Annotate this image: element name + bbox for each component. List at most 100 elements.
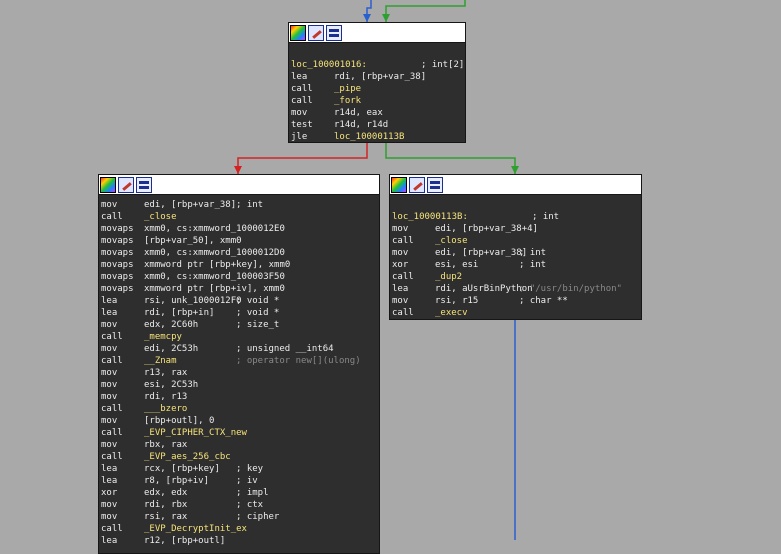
instruction-line[interactable]: mov esi, 2C53h <box>101 379 379 391</box>
instruction-line[interactable]: mov r14d, eax <box>291 107 465 119</box>
instruction-line[interactable]: call ___bzero <box>101 403 379 415</box>
mnemonic: movaps <box>101 260 134 270</box>
operands: xmm0, cs:xmmword_1000012D0 <box>144 248 285 258</box>
instruction-line[interactable]: movaps xmmword ptr [rbp+iv], xmm0 <box>101 283 379 295</box>
instruction-line[interactable]: movaps xmm0, cs:xmmword_1000012E0 <box>101 223 379 235</box>
rename-icon[interactable] <box>118 176 134 193</box>
mnemonic: movaps <box>101 236 134 246</box>
operands: edx, edx <box>144 488 188 498</box>
instruction-line[interactable]: call _execv <box>392 307 641 319</box>
instruction-line[interactable]: call __Znam ; operator new[](ulong) <box>101 355 379 367</box>
instruction-line[interactable]: call _EVP_aes_256_cbc <box>101 451 379 463</box>
graph-overview-icon[interactable] <box>427 176 443 193</box>
operands: ___bzero <box>144 404 188 414</box>
comment: ; char ** <box>519 296 568 306</box>
instruction-line[interactable]: call _EVP_CIPHER_CTX_new <box>101 427 379 439</box>
mnemonic: mov <box>101 416 118 426</box>
comment: ; ctx <box>236 500 264 510</box>
mnemonic: call <box>392 308 414 318</box>
operands: _close <box>144 212 177 222</box>
instruction-line[interactable]: call _fork <box>291 95 465 107</box>
graph-overview-icon[interactable] <box>326 24 342 41</box>
operands: _execv <box>435 308 468 318</box>
instruction-line[interactable]: lea rdi, aUsrBinPython; "/usr/bin/python" <box>392 283 641 295</box>
instruction-line[interactable]: movaps xmmword ptr [rbp+key], xmm0 <box>101 259 379 271</box>
instruction-line[interactable]: call _EVP_DecryptInit_ex <box>101 523 379 535</box>
mnemonic: call <box>291 96 313 106</box>
instruction-line[interactable]: mov edi, [rbp+var_38+4] <box>392 223 641 235</box>
instruction-line[interactable]: lea r8, [rbp+iv] ; iv <box>101 475 379 487</box>
instruction-line[interactable]: lea r12, [rbp+outl] <box>101 535 379 547</box>
instruction-line[interactable]: mov rdi, rbx ; ctx <box>101 499 379 511</box>
mnemonic: mov <box>101 380 118 390</box>
graph-overview-icon[interactable] <box>136 176 152 193</box>
basic-block-fallthrough[interactable]: mov edi, [rbp+var_38]; int call _close movap… <box>98 174 380 554</box>
mnemonic: mov <box>101 392 118 402</box>
instruction-line[interactable]: call _close <box>101 211 379 223</box>
color-palette-icon[interactable] <box>391 176 407 193</box>
operands: _EVP_DecryptInit_ex <box>144 524 247 534</box>
operands: rdi, aUsrBinPython <box>435 284 533 294</box>
instruction-line[interactable]: lea rdi, [rbp+var_38] <box>291 71 465 83</box>
operands: _dup2 <box>435 272 463 282</box>
block-label[interactable]: loc_100001016: <box>291 59 421 71</box>
operands: edi, [rbp+var_38] <box>144 200 237 210</box>
instruction-line[interactable]: call _memcpy <box>101 331 379 343</box>
instruction-line[interactable]: movaps xmm0, cs:xmmword_1000012D0 <box>101 247 379 259</box>
instruction-line[interactable]: lea rsi, unk_1000012F0; void * <box>101 295 379 307</box>
color-palette-icon[interactable] <box>100 176 116 193</box>
instruction-line[interactable]: mov rsi, r15 ; char ** <box>392 295 641 307</box>
node-header <box>390 175 641 195</box>
operands: _EVP_CIPHER_CTX_new <box>144 428 247 438</box>
color-palette-icon[interactable] <box>290 24 306 41</box>
basic-block-loc_100001016[interactable]: loc_100001016:; int[2] lea rdi, [rbp+var_… <box>288 22 466 143</box>
comment: ; impl <box>236 488 269 498</box>
instruction-line[interactable]: lea rcx, [rbp+key] ; key <box>101 463 379 475</box>
mnemonic: mov <box>101 344 118 354</box>
mnemonic: jle <box>291 132 308 142</box>
instruction-line[interactable]: call _pipe <box>291 83 465 95</box>
operands: rbx, rax <box>144 440 188 450</box>
mnemonic: lea <box>101 464 118 474</box>
instruction-line[interactable]: mov edx, 2C60h ; size_t <box>101 319 379 331</box>
instruction-line[interactable]: call _dup2 <box>392 271 641 283</box>
comment: ; operator new[](ulong) <box>236 356 361 366</box>
instruction-line[interactable]: mov edi, [rbp+var_38]; int <box>392 247 641 259</box>
operands: xmmword ptr [rbp+key], xmm0 <box>144 260 291 270</box>
mnemonic: lea <box>101 476 118 486</box>
instruction-line[interactable]: mov rbx, rax <box>101 439 379 451</box>
basic-block-loc_10000113B[interactable]: loc_10000113B: ; int mov edi, [rbp+var_38+… <box>389 174 642 320</box>
operands: rdi, [rbp+var_38] <box>334 72 427 82</box>
instruction-line[interactable]: mov edi, [rbp+var_38]; int <box>101 199 379 211</box>
instruction-line[interactable]: xor edx, edx ; impl <box>101 487 379 499</box>
comment: ; void * <box>236 296 280 306</box>
operands: [rbp+outl], 0 <box>144 416 215 426</box>
comment: ; unsigned __int64 <box>236 344 334 354</box>
instruction-line[interactable]: mov rdi, r13 <box>101 391 379 403</box>
operands: esi, esi <box>435 260 479 270</box>
operands: _fork <box>334 96 362 106</box>
operands: xmm0, cs:xmmword_100003F50 <box>144 272 285 282</box>
operands: edx, 2C60h <box>144 320 199 330</box>
instruction-line[interactable]: mov edi, 2C53h ; unsigned __int64 <box>101 343 379 355</box>
instruction-line[interactable]: mov r13, rax <box>101 367 379 379</box>
comment: ; int <box>519 248 547 258</box>
instruction-line[interactable]: movaps [rbp+var_50], xmm0 <box>101 235 379 247</box>
mnemonic: mov <box>392 224 409 234</box>
rename-icon[interactable] <box>409 176 425 193</box>
instruction-line[interactable]: lea rdi, [rbp+in] ; void * <box>101 307 379 319</box>
instruction-line[interactable]: xor esi, esi ; int <box>392 259 641 271</box>
instruction-line[interactable]: mov rsi, rax ; cipher <box>101 511 379 523</box>
operands: esi, 2C53h <box>144 380 199 390</box>
mnemonic: lea <box>101 536 118 546</box>
rename-icon[interactable] <box>308 24 324 41</box>
edge-false-branch <box>237 143 368 174</box>
operands: xmm0, cs:xmmword_1000012E0 <box>144 224 285 234</box>
instruction-line[interactable]: call _close <box>392 235 641 247</box>
block-label[interactable]: loc_10000113B: <box>392 211 532 223</box>
instruction-line[interactable]: mov [rbp+outl], 0 <box>101 415 379 427</box>
instruction-line[interactable]: test r14d, r14d <box>291 119 465 131</box>
instruction-line[interactable]: jle loc_10000113B <box>291 131 465 142</box>
mnemonic: mov <box>291 108 308 118</box>
instruction-line[interactable]: movaps xmm0, cs:xmmword_100003F50 <box>101 271 379 283</box>
